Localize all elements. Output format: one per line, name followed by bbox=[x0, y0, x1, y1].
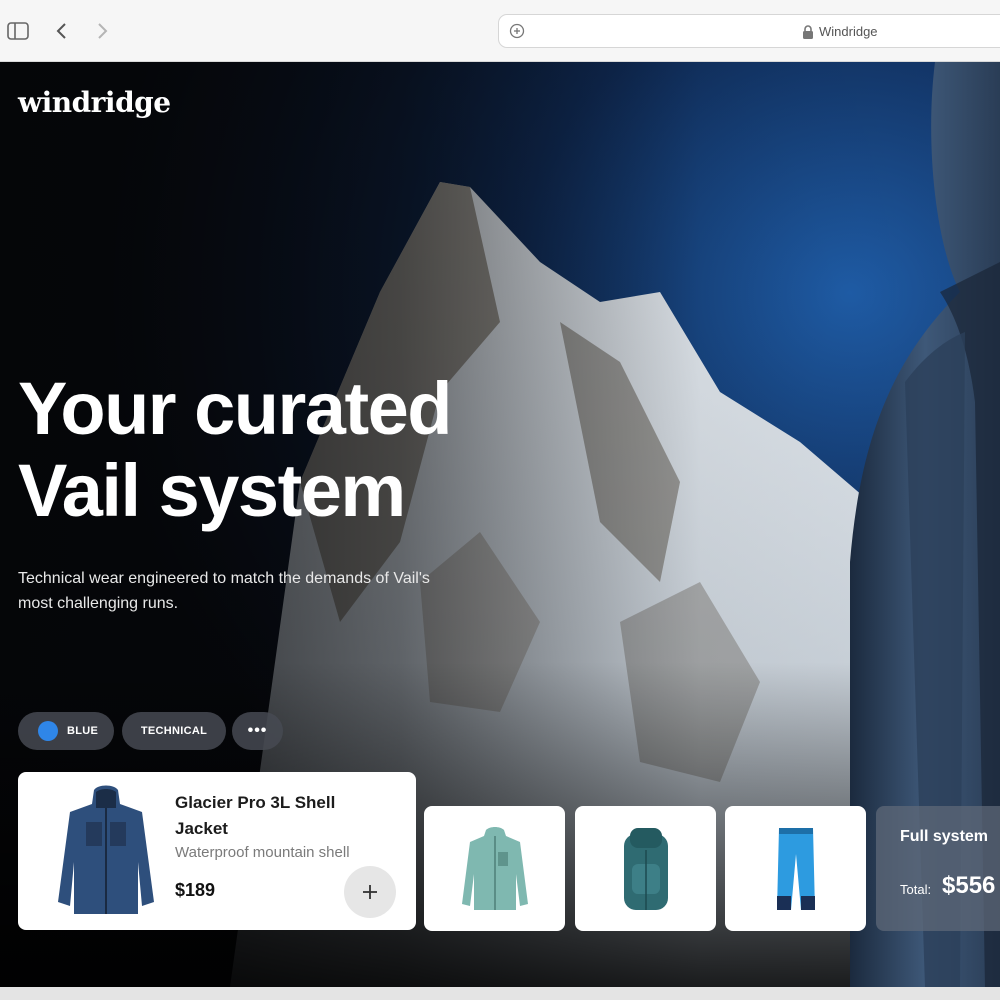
hero-headline: Your curated Vail system bbox=[18, 367, 452, 532]
headline-line-1: Your curated bbox=[18, 367, 452, 450]
ski-pants-icon bbox=[776, 827, 815, 910]
total-label: Total: bbox=[900, 882, 932, 897]
back-icon[interactable] bbox=[50, 19, 74, 43]
filter-chip-technical[interactable]: TECHNICAL bbox=[122, 712, 226, 750]
featured-product-card[interactable]: Glacier Pro 3L Shell Jacket Waterproof m… bbox=[18, 772, 416, 930]
sidebar-icon[interactable] bbox=[6, 19, 30, 43]
product-card-ski-pants[interactable] bbox=[725, 806, 866, 931]
hero-subtext: Technical wear engineered to match the d… bbox=[18, 570, 430, 612]
full-system-summary[interactable]: Full system Total: $556 bbox=[876, 806, 1000, 931]
url-text: Windridge bbox=[819, 24, 878, 39]
hero-section: windridge Your curated Vail system Techn… bbox=[0, 62, 1000, 987]
more-filters-button[interactable]: ••• bbox=[232, 712, 283, 750]
product-price: $189 bbox=[175, 880, 216, 900]
backpack-icon bbox=[623, 827, 668, 910]
filter-chip-blue[interactable]: BLUE bbox=[18, 712, 114, 750]
address-bar[interactable]: Windridge bbox=[498, 14, 1000, 48]
window-bottom-edge bbox=[0, 987, 1000, 1000]
filter-chip-technical-label: TECHNICAL bbox=[140, 725, 208, 737]
forward-icon[interactable] bbox=[90, 19, 114, 43]
shell-jacket-icon bbox=[58, 785, 154, 914]
product-name[interactable]: Glacier Pro 3L Shell Jacket bbox=[175, 790, 375, 842]
site-info-icon[interactable] bbox=[509, 23, 525, 39]
total-value: $556 bbox=[942, 872, 996, 899]
filter-chip-blue-label: BLUE bbox=[67, 725, 99, 737]
add-to-system-button[interactable] bbox=[344, 866, 396, 918]
fleece-jacket-icon bbox=[461, 826, 528, 910]
plus-icon bbox=[363, 885, 377, 899]
product-description: Waterproof mountain shell bbox=[175, 844, 350, 861]
more-icon: ••• bbox=[247, 722, 268, 739]
product-card-fleece[interactable] bbox=[424, 806, 565, 931]
brand-logo[interactable]: windridge bbox=[18, 86, 171, 119]
browser-toolbar: Windridge bbox=[0, 0, 1000, 62]
summary-title: Full system bbox=[900, 828, 989, 845]
blue-color-swatch bbox=[38, 721, 58, 741]
headline-line-2: Vail system bbox=[18, 449, 406, 532]
product-card-backpack[interactable] bbox=[575, 806, 716, 931]
lock-icon bbox=[803, 25, 813, 39]
